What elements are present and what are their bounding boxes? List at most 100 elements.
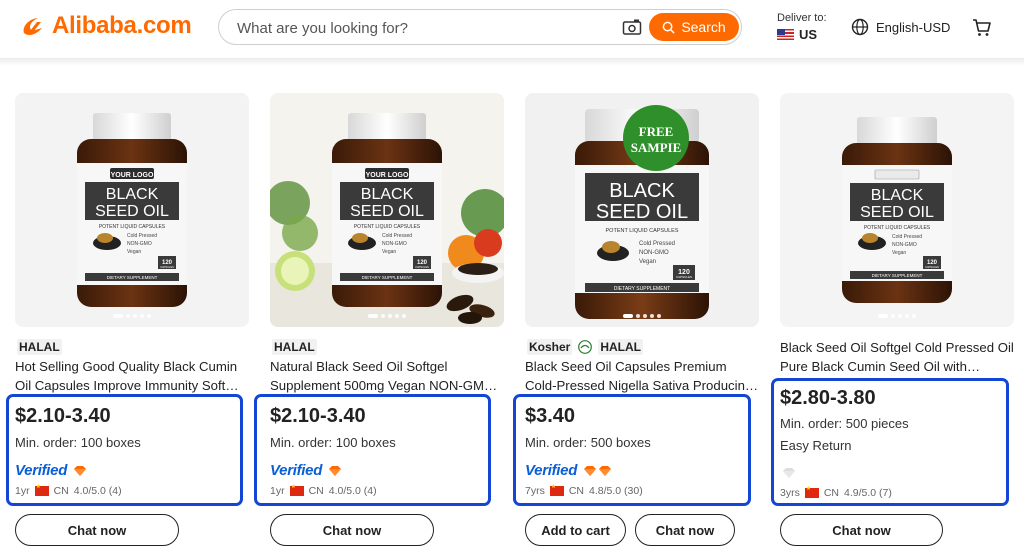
product-title[interactable]: Black Seed Oil Capsules Premium Cold-Pre… [525,357,759,395]
supplier-country: CN [53,485,69,497]
label-bullet: NON-GMO [639,250,669,256]
label-line1: BLACK [361,186,414,203]
diamond-icon [74,465,87,476]
bottle-illustration: YOUR LOGO BLACK SEED OIL POTENT LIQUID C… [77,113,187,307]
product-price: $2.10-3.40 [15,405,111,427]
min-order: Min. order: 500 boxes [525,435,651,450]
deliver-label: Deliver to: [777,12,827,24]
product-image[interactable]: BLACK SEED OIL POTENT LIQUID CAPSULES Co… [780,93,1014,327]
add-to-cart-label: Add to cart [541,522,610,538]
label-sub: POTENT LIQUID CAPSULES [864,225,931,231]
free-sample-line2: SAMPIE [631,140,682,155]
label-footer: DIETARY SUPPLEMENT [872,273,923,278]
label-line2: SEED OIL [95,203,169,220]
deliver-to[interactable]: Deliver to: US [777,12,827,42]
product-price: $3.40 [525,405,576,427]
logo-text: Alibaba.com [52,12,192,39]
product-image[interactable]: YOUR LOGO BLACK SEED OIL POTENT LIQUID C… [15,93,249,327]
label-line1: BLACK [609,180,675,202]
label-bullet: Vegan [639,259,656,265]
product-price: $2.80-3.80 [780,387,876,409]
chat-now-button[interactable]: Chat now [635,514,735,546]
product-image[interactable]: YOUR LOGO BLACK SEED OIL POTENT LIQUID C… [270,93,504,327]
diamond-icon [783,468,795,478]
verified-label: Verified [15,462,68,479]
search-button-label: Search [681,19,726,35]
alibaba-logo[interactable]: Alibaba.com [20,12,192,40]
search-bar: Search [218,9,742,45]
chat-now-button[interactable]: Chat now [780,514,943,546]
chat-now-button[interactable]: Chat now [15,514,179,546]
free-sample-line1: FREE [639,124,674,139]
verified-badge[interactable]: Verified [525,462,612,479]
image-carousel-dots[interactable] [368,314,406,318]
product-title[interactable]: Black Seed Oil Softgel Cold Pressed Oil … [780,338,1014,376]
supplier-meta: 3yrs CN 4.9/5.0 (7) [780,485,892,499]
product-card[interactable]: YOUR LOGO BLACK SEED OIL POTENT LIQUID C… [15,93,249,327]
min-order: Min. order: 100 boxes [270,435,396,450]
add-to-cart-button[interactable]: Add to cart [525,514,626,546]
verified-label: Verified [525,462,578,479]
chat-now-label: Chat now [322,522,382,538]
label-line2: SEED OIL [860,204,934,221]
label-line2: SEED OIL [350,203,424,220]
label-footer: DIETARY SUPPLEMENT [362,275,413,280]
label-line2: SEED OIL [596,201,688,223]
diamond-icon [329,465,342,476]
label-bullet: Cold Pressed [892,234,922,240]
label-count-sub: CAPSULES [676,275,692,279]
supplier-meta: 1yr CN 4.0/5.0 (4) [270,483,377,497]
label-bullet: NON-GMO [127,241,152,247]
product-title[interactable]: Hot Selling Good Quality Black Cumin Oil… [15,357,249,395]
product-card[interactable]: YOUR LOGO BLACK SEED OIL POTENT LIQUID C… [270,93,504,327]
us-flag-icon [777,29,794,40]
verified-badge[interactable]: Verified [270,462,342,479]
label-bullet: Cold Pressed [127,233,157,239]
chat-now-label: Chat now [67,522,127,538]
halal-badge: HALAL [598,339,644,355]
supplier-rating: 4.8/5.0 (30) [589,485,643,497]
label-bullet: NON-GMO [892,242,917,248]
halal-badge: HALAL [17,339,62,355]
supplier-meta: 7yrs CN 4.8/5.0 (30) [525,483,643,497]
search-icon [662,21,675,34]
verified-label: Verified [270,462,323,479]
image-carousel-dots[interactable] [623,314,661,318]
deliver-country: US [799,27,818,42]
product-card[interactable]: BLACK SEED OIL POTENT LIQUID CAPSULES Co… [780,93,1014,327]
label-sub: POTENT LIQUID CAPSULES [354,224,421,230]
label-sub: POTENT LIQUID CAPSULES [606,228,679,234]
label-bullet: NON-GMO [382,241,407,247]
language-selector[interactable]: English-USD [851,18,950,36]
kosher-badge: Kosher [527,339,573,355]
search-input[interactable] [237,17,597,39]
product-image[interactable]: BLACK SEED OIL POTENT LIQUID CAPSULES Co… [525,93,759,327]
product-title[interactable]: Natural Black Seed Oil Softgel Supplemen… [270,357,504,395]
verified-badge[interactable]: Verified [15,462,87,479]
camera-icon[interactable] [622,18,642,36]
min-order: Min. order: 500 pieces [780,416,909,431]
cart-icon[interactable] [972,18,992,38]
bottle-illustration: BLACK SEED OIL POTENT LIQUID CAPSULES Co… [842,117,952,303]
product-card[interactable]: BLACK SEED OIL POTENT LIQUID CAPSULES Co… [525,93,759,327]
label-line1: BLACK [871,187,924,204]
cert-badges: HALAL [17,339,62,355]
min-order: Min. order: 100 boxes [15,435,141,450]
diamond-rating [782,467,796,479]
label-bullet: Vegan [382,249,396,255]
supplier-rating: 4.9/5.0 (7) [844,487,892,499]
easy-return-label: Easy Return [780,438,852,453]
supplier-country: CN [308,485,324,497]
label-sub: POTENT LIQUID CAPSULES [99,224,166,230]
bottle-illustration: YOUR LOGO BLACK SEED OIL POTENT LIQUID C… [270,113,504,327]
image-carousel-dots[interactable] [878,314,916,318]
chat-now-label: Chat now [655,522,715,538]
label-logo: YOUR LOGO [111,172,154,179]
cn-flag-icon [34,483,49,496]
diamond-icon [584,465,597,476]
image-carousel-dots[interactable] [113,314,151,318]
chat-now-button[interactable]: Chat now [270,514,434,546]
supplier-meta: 1yr CN 4.0/5.0 (4) [15,483,122,497]
globe-icon [851,18,869,36]
search-button[interactable]: Search [649,13,739,41]
